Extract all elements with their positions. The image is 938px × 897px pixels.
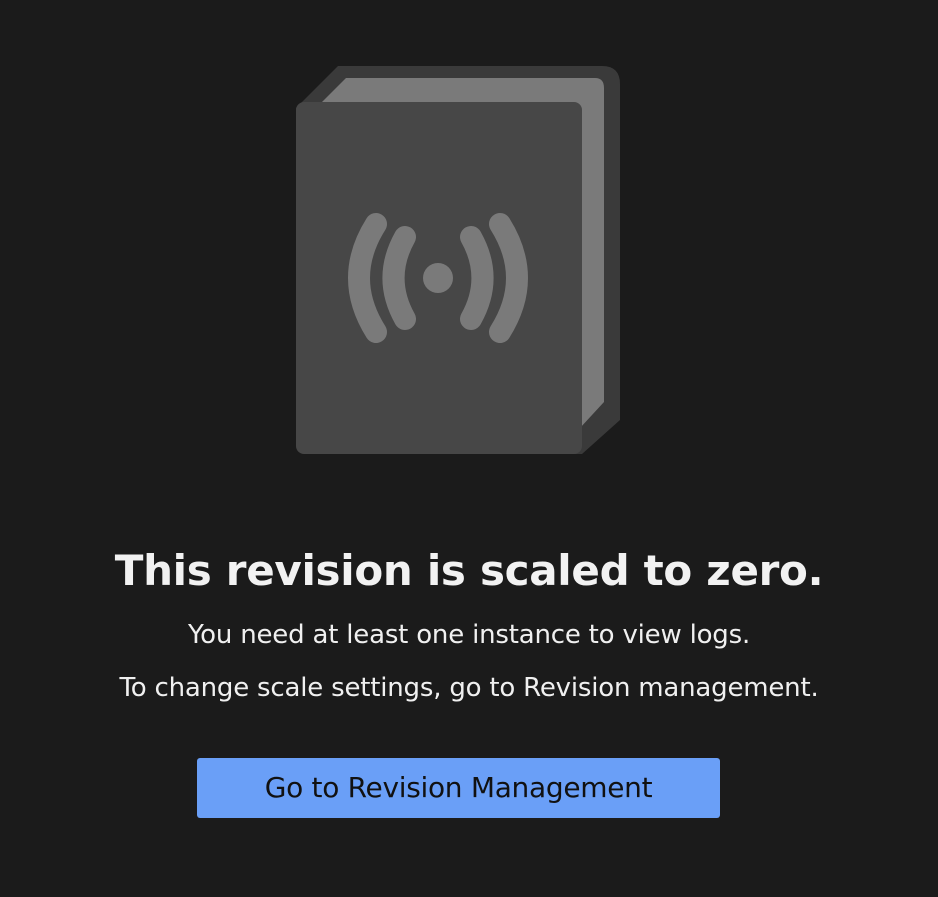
description-line-2: To change scale settings, go to Revision…: [119, 673, 819, 703]
go-to-revision-management-button[interactable]: Go to Revision Management: [197, 758, 720, 818]
book-broadcast-icon: [290, 62, 626, 460]
page-title: This revision is scaled to zero.: [114, 546, 824, 595]
description-line-1: You need at least one instance to view l…: [187, 620, 751, 650]
